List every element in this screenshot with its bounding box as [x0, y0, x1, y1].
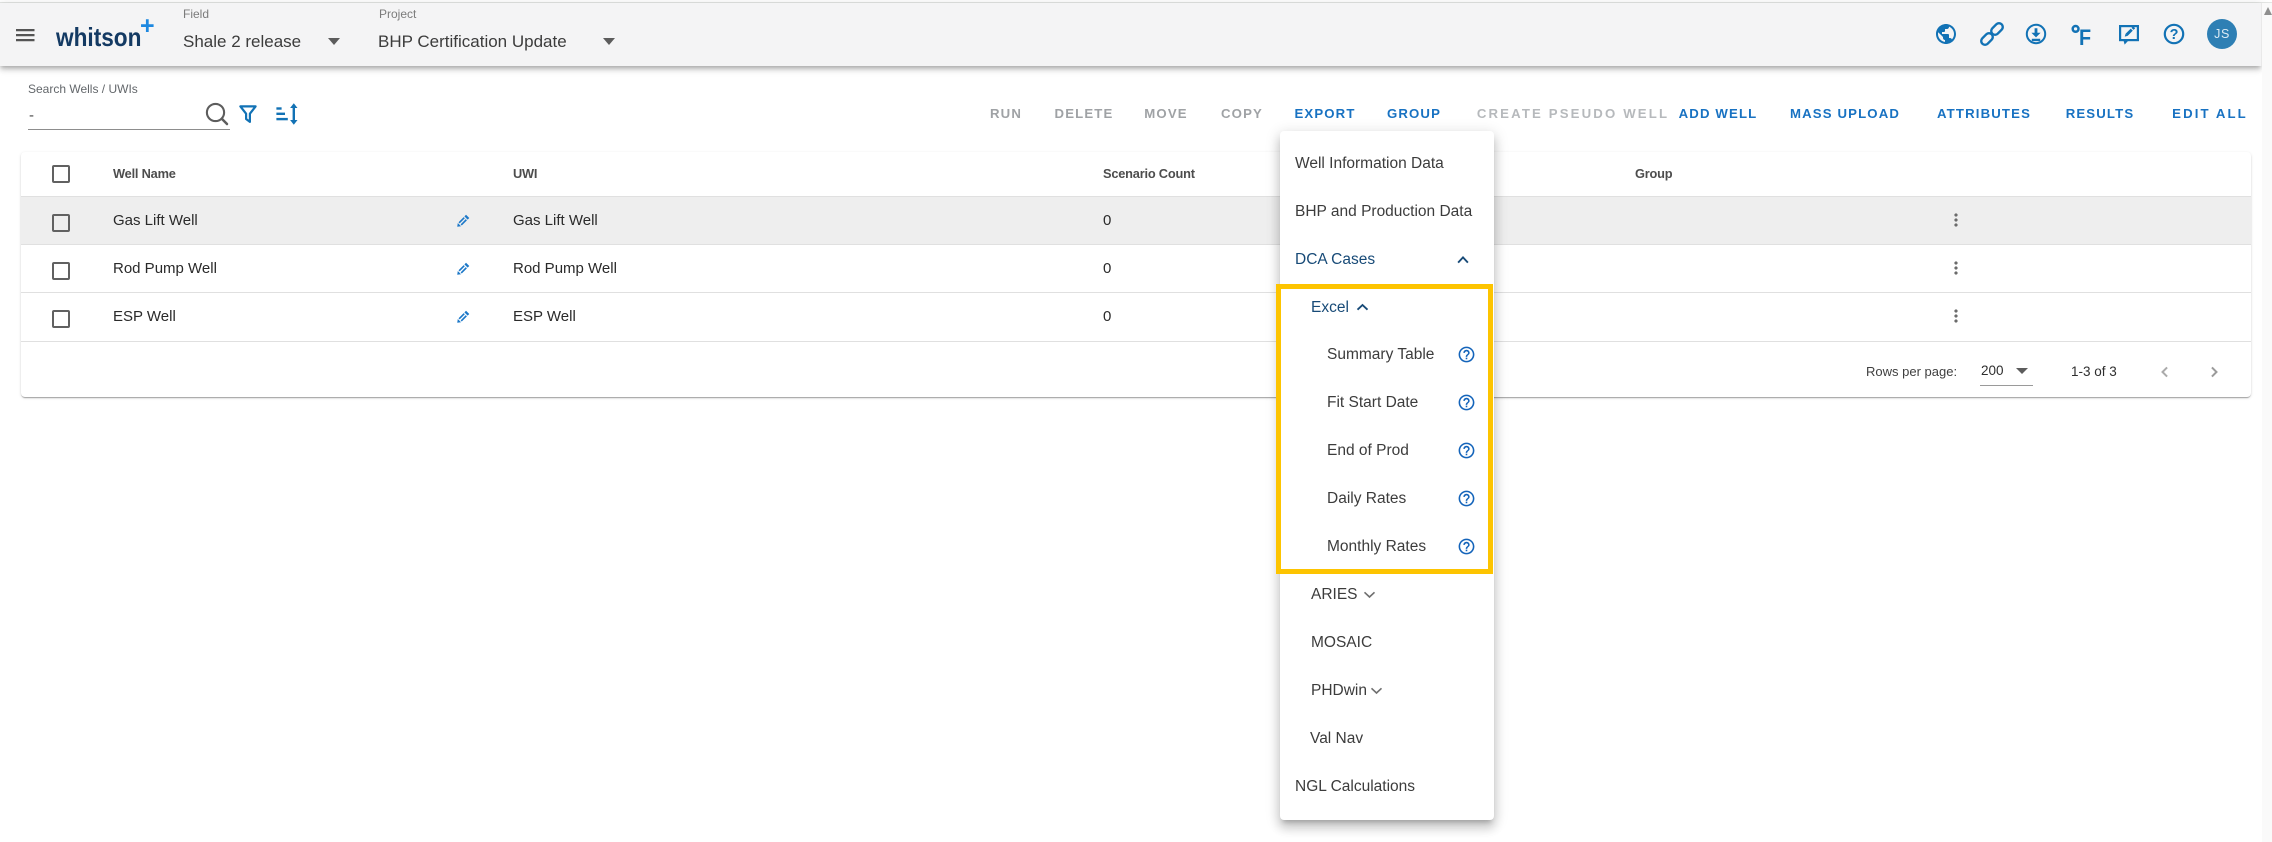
- svg-text:?: ?: [2170, 27, 2179, 43]
